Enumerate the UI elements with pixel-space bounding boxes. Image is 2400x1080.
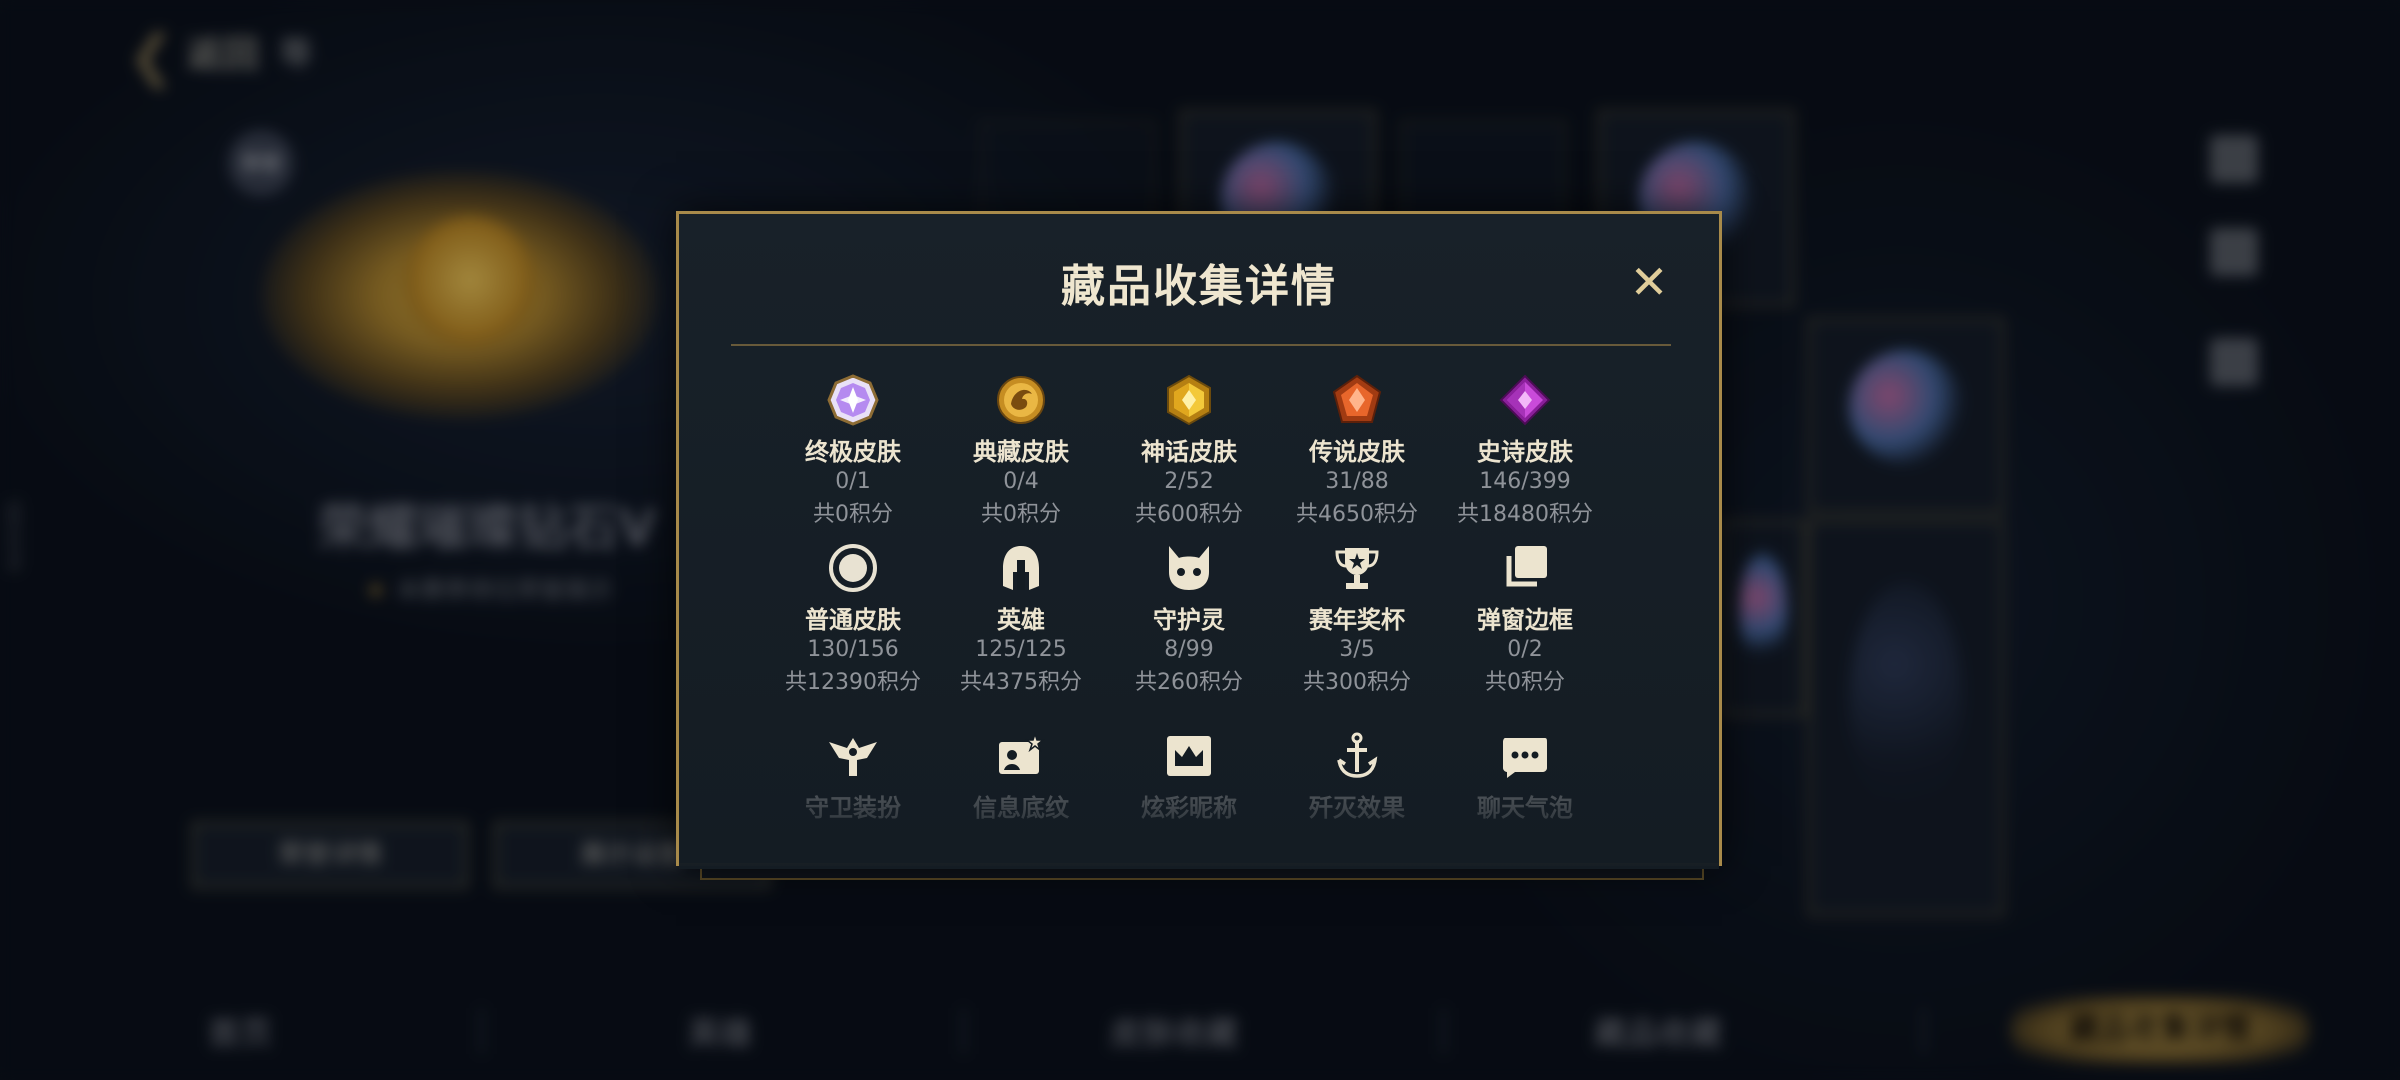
item-name: 歼灭效果	[1309, 794, 1405, 822]
item-name: 典藏皮肤	[973, 438, 1069, 466]
item-count: 130/156	[807, 637, 899, 662]
item-name: 赛年奖杯	[1309, 606, 1405, 634]
collection-item-prestige-skin[interactable]: 典藏皮肤 0/4 共0积分	[937, 374, 1105, 528]
nameplate-icon	[1167, 736, 1211, 776]
item-count: 8/99	[1164, 637, 1214, 662]
dialog-title: 藏品收集详情	[1061, 261, 1337, 312]
item-points: 共18480积分	[1457, 502, 1593, 527]
chat-bubble-icon	[1503, 738, 1547, 778]
item-count: 0/4	[1003, 469, 1039, 494]
collection-item-nameplate[interactable]: 炫彩昵称	[1105, 730, 1273, 823]
item-name: 守护灵	[1153, 606, 1225, 634]
collection-item-champion[interactable]: 英雄 125/125 共4375积分	[937, 542, 1105, 696]
standard-skin-icon	[829, 544, 877, 592]
item-name: 炫彩昵称	[1141, 794, 1237, 822]
item-name: 终极皮肤	[805, 438, 901, 466]
item-name: 普通皮肤	[805, 606, 901, 634]
close-button[interactable]: ✕	[1625, 258, 1673, 306]
item-count: 2/52	[1164, 469, 1214, 494]
champion-helmet-icon	[1003, 546, 1039, 590]
item-count: 31/88	[1325, 469, 1389, 494]
legendary-skin-icon	[1332, 374, 1382, 423]
trophy-icon	[1335, 548, 1379, 589]
item-points: 共0积分	[981, 502, 1061, 527]
item-count: 0/2	[1507, 637, 1543, 662]
collection-item-epic-skin[interactable]: 史诗皮肤 146/399 共18480积分	[1441, 374, 1609, 528]
item-points: 共0积分	[1485, 670, 1565, 695]
epic-skin-icon	[1499, 374, 1551, 426]
item-count: 146/399	[1479, 469, 1571, 494]
collection-item-ward-skin[interactable]: 守卫装扮	[769, 730, 937, 823]
collection-item-finisher[interactable]: 歼灭效果	[1273, 730, 1441, 823]
item-points: 共4650积分	[1296, 502, 1418, 527]
ultimate-skin-icon	[827, 374, 879, 426]
collection-item-legendary-skin[interactable]: 传说皮肤 31/88 共4650积分	[1273, 374, 1441, 528]
modal-bottom-edge	[700, 866, 1704, 880]
border-frame-icon	[1506, 546, 1547, 587]
item-name: 传说皮肤	[1309, 438, 1405, 466]
profile-banner-icon	[999, 731, 1046, 774]
item-name: 弹窗边框	[1477, 606, 1573, 634]
collection-item-border-frame[interactable]: 弹窗边框 0/2 共0积分	[1441, 542, 1609, 696]
item-name: 守卫装扮	[805, 794, 901, 822]
prestige-skin-icon	[997, 376, 1045, 424]
item-points: 共260积分	[1135, 670, 1243, 695]
item-name: 史诗皮肤	[1477, 438, 1573, 466]
item-points: 共4375积分	[960, 670, 1082, 695]
item-points: 共300积分	[1303, 670, 1411, 695]
item-name: 信息底纹	[973, 794, 1069, 822]
item-count: 0/1	[835, 469, 871, 494]
title-divider	[731, 344, 1671, 346]
collection-item-standard-skin[interactable]: 普通皮肤 130/156 共12390积分	[769, 542, 937, 696]
collection-item-companion[interactable]: 守护灵 8/99 共260积分	[1105, 542, 1273, 696]
companion-icon	[1169, 546, 1209, 590]
collection-item-mythic-skin[interactable]: 神话皮肤 2/52 共600积分	[1105, 374, 1273, 528]
collection-item-profile-banner[interactable]: 信息底纹	[937, 730, 1105, 823]
finisher-icon	[1337, 732, 1378, 778]
item-points: 共600积分	[1135, 502, 1243, 527]
collection-item-ultimate-skin[interactable]: 终极皮肤 0/1 共0积分	[769, 374, 937, 528]
item-name: 神话皮肤	[1141, 438, 1237, 466]
collection-item-trophy[interactable]: 赛年奖杯 3/5 共300积分	[1273, 542, 1441, 696]
item-name: 英雄	[997, 606, 1045, 634]
item-count: 125/125	[975, 637, 1067, 662]
screen: ❮ 返回 等 荣誉 荣耀璀璨钻石V ★ 本赛季排位荣誉展示 荣誉详情 展示设置 首页…	[0, 0, 2400, 1080]
ward-skin-icon	[829, 738, 877, 776]
collection-details-dialog: 藏品收集详情 ✕ 终极皮肤 0/1 共0积分 典藏皮肤 0/4 共0积分 神话皮…	[676, 211, 1722, 869]
collection-item-chat-bubble[interactable]: 聊天气泡	[1441, 730, 1609, 823]
item-points: 共12390积分	[785, 670, 921, 695]
item-name: 聊天气泡	[1477, 794, 1573, 822]
mythic-skin-icon	[1167, 374, 1211, 426]
item-count: 3/5	[1339, 637, 1375, 662]
item-points: 共0积分	[813, 502, 893, 527]
